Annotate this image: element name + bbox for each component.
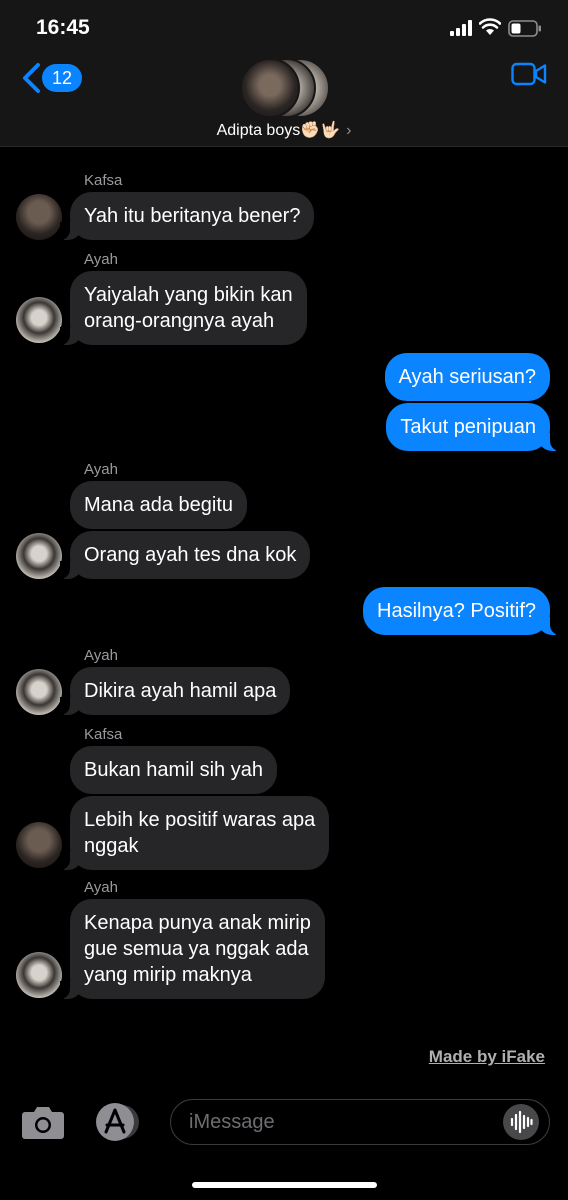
sender-name: Kafsa — [84, 172, 123, 189]
message-input[interactable] — [187, 1100, 491, 1145]
imessage-input-field[interactable] — [170, 1099, 550, 1145]
sender-name: Kafsa — [84, 726, 123, 743]
battery-icon — [508, 20, 541, 37]
home-indicator[interactable] — [192, 1182, 377, 1188]
avatar-ayah[interactable] — [16, 669, 62, 715]
message-bubble-outgoing[interactable]: Takut penipuan — [386, 403, 560, 451]
message-bubble[interactable]: Lebih ke positif waras apa nggak — [59, 796, 330, 870]
avatar-ayah[interactable] — [16, 297, 62, 343]
camera-icon[interactable] — [21, 1104, 65, 1140]
sender-name: Ayah — [84, 647, 118, 664]
signal-icon — [450, 20, 472, 36]
message-bubble[interactable]: Bukan hamil sih yah — [70, 746, 277, 794]
conversation-header: 16:45 12 Adipta boys✊🏻🤟🏻 › — [0, 0, 568, 147]
made-by-watermark[interactable]: Made by iFake — [429, 1047, 545, 1067]
status-time: 16:45 — [36, 16, 90, 39]
group-name: Adipta boys✊🏻🤟🏻 — [216, 122, 341, 139]
message-bubble-outgoing[interactable]: Ayah seriusan? — [384, 353, 550, 401]
message-bubble[interactable]: Yaiyalah yang bikin kan orang-orangnya a… — [60, 271, 307, 345]
avatar-kafsa[interactable] — [16, 194, 62, 240]
avatar-ayah[interactable] — [16, 952, 62, 998]
message-bubble-outgoing[interactable]: Hasilnya? Positif? — [363, 587, 560, 635]
group-avatar — [240, 58, 300, 118]
sender-name: Ayah — [84, 879, 118, 896]
app-store-icon[interactable] — [94, 1102, 140, 1142]
message-bubble[interactable]: Kenapa punya anak mirip gue semua ya ngg… — [60, 899, 325, 999]
unread-count-badge[interactable]: 12 — [42, 64, 82, 92]
video-camera-icon[interactable] — [511, 61, 547, 87]
back-chevron-icon[interactable] — [20, 62, 42, 94]
avatar-kafsa[interactable] — [16, 822, 62, 868]
message-bubble[interactable]: Dikira ayah hamil apa — [59, 667, 291, 715]
avatar-ayah[interactable] — [16, 533, 62, 579]
message-bubble[interactable]: Yah itu beritanya bener? — [59, 192, 315, 240]
sender-name: Ayah — [84, 461, 118, 478]
message-bubble[interactable]: Mana ada begitu — [70, 481, 248, 529]
message-bubble[interactable]: Orang ayah tes dna kok — [59, 531, 311, 579]
group-title[interactable]: Adipta boys✊🏻🤟🏻 › — [0, 120, 568, 140]
chevron-right-icon: › — [346, 122, 352, 139]
sender-name: Ayah — [84, 251, 118, 268]
wifi-icon — [479, 18, 501, 35]
audio-waveform-icon — [510, 1110, 533, 1134]
audio-record-button[interactable] — [503, 1104, 539, 1140]
group-avatar-stack[interactable] — [240, 58, 330, 118]
